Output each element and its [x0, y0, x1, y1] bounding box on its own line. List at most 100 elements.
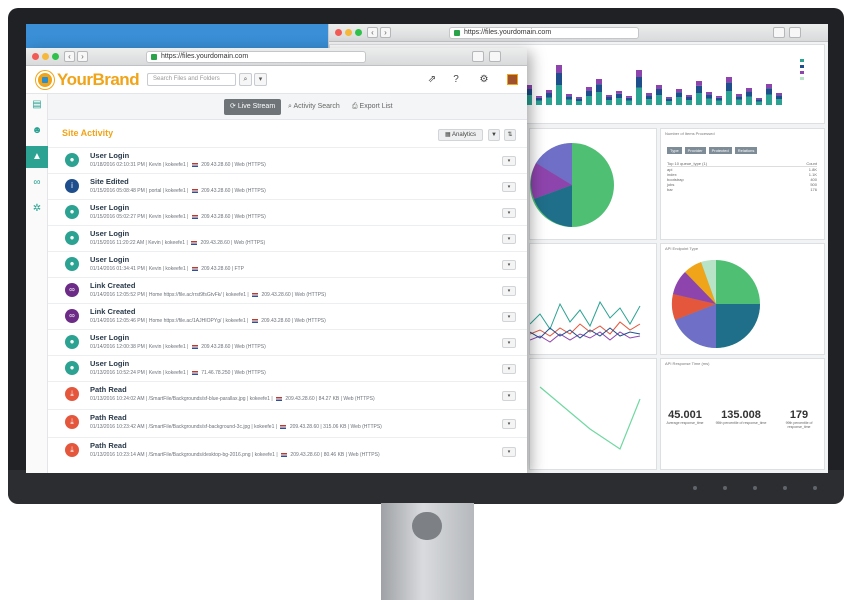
- row-menu-button[interactable]: ▾: [502, 364, 516, 374]
- us-flag-icon: [191, 162, 198, 167]
- back-icon[interactable]: ‹: [367, 27, 378, 38]
- list-item[interactable]: ● User Login 01/14/2016 12:00:38 PM | Kevi…: [48, 329, 527, 355]
- address-bar[interactable]: https://files.yourdomain.com: [146, 51, 366, 63]
- share-icon[interactable]: [472, 51, 484, 62]
- list-item[interactable]: ∞ Link Created 01/14/2016 12:05:46 PM | Ho…: [48, 303, 527, 329]
- sidebar-settings-icon[interactable]: ✲: [26, 198, 48, 220]
- us-flag-icon: [191, 188, 198, 193]
- list-item[interactable]: ● User Login 01/18/2016 02:10:31 PM | Kevi…: [48, 147, 527, 173]
- list-item[interactable]: ⤓ Path Read 01/13/2016 10:23:42 AM | /Smar…: [48, 409, 527, 437]
- timeline-bar-segment: [776, 99, 782, 105]
- timeline-bar-segment: [666, 97, 672, 99]
- timeline-bar-segment: [536, 100, 542, 105]
- timeline-bar-segment: [566, 99, 572, 105]
- timeline-bar-segment: [536, 97, 542, 101]
- forward-icon[interactable]: ›: [380, 27, 391, 38]
- sort-icon[interactable]: ⇅: [504, 129, 516, 141]
- user-icon: ●: [65, 361, 79, 375]
- timeline-bar-segment: [746, 91, 752, 97]
- help-icon[interactable]: ?: [450, 74, 462, 86]
- timeline-bar-segment: [716, 97, 722, 101]
- timeline-bar-segment: [756, 99, 762, 102]
- zoom-dot[interactable]: [52, 53, 59, 60]
- response-time-line-panel: [529, 358, 657, 470]
- close-dot[interactable]: [32, 53, 39, 60]
- gear-icon[interactable]: ⚙: [478, 74, 490, 86]
- timeline-bar-segment: [736, 99, 742, 105]
- us-flag-icon: [251, 318, 258, 323]
- tabs-icon[interactable]: [489, 51, 501, 62]
- zoom-dot[interactable]: [355, 29, 362, 36]
- row-menu-button[interactable]: ▾: [502, 447, 516, 457]
- minimize-dot[interactable]: [42, 53, 49, 60]
- timeline-bar-segment: [696, 93, 702, 105]
- timeline-bar-segment: [686, 97, 692, 100]
- close-dot[interactable]: [335, 29, 342, 36]
- site-activity-window: ‹ › https://files.yourdomain.com YourBra…: [26, 48, 527, 473]
- list-item[interactable]: ● User Login 01/13/2016 10:52:24 PM | Kevi…: [48, 355, 527, 381]
- sidebar-files-icon[interactable]: ▤: [26, 94, 48, 116]
- timeline-bar-segment: [626, 97, 632, 101]
- filter-type-button[interactable]: Type: [667, 147, 682, 154]
- row-menu-button[interactable]: ▾: [502, 208, 516, 218]
- timeline-bar-segment: [736, 94, 742, 97]
- filter-provider-button[interactable]: Provider: [684, 147, 706, 154]
- timeline-bar-segment: [576, 101, 582, 105]
- tab-activity-search[interactable]: ⌕ Activity Search: [282, 99, 346, 115]
- row-menu-button[interactable]: ▾: [502, 419, 516, 429]
- timeline-bar-segment: [676, 89, 682, 93]
- timeline-bar-segment: [546, 90, 552, 93]
- filter-icon[interactable]: ▼: [488, 129, 500, 141]
- external-link-icon[interactable]: ⇗: [426, 74, 438, 86]
- tab-export-list[interactable]: ⎙ Export List: [346, 99, 399, 115]
- row-menu-button[interactable]: ▾: [502, 312, 516, 322]
- row-menu-button[interactable]: ▾: [502, 234, 516, 244]
- sidebar-users-icon[interactable]: ☻: [26, 120, 48, 142]
- tab-live-stream[interactable]: ⟳ Live Stream: [224, 99, 282, 115]
- timeline-bar-segment: [636, 70, 642, 77]
- timeline-bar-segment: [626, 100, 632, 105]
- list-item[interactable]: ⤓ Path Read 01/13/2016 10:23:14 AM | /Smar…: [48, 437, 527, 465]
- row-menu-button[interactable]: ▾: [502, 338, 516, 348]
- filter-relations-button[interactable]: Relations: [734, 147, 758, 154]
- list-item[interactable]: i Site Edited 01/15/2016 05:08:48 PM | por…: [48, 173, 527, 199]
- row-menu-button[interactable]: ▾: [502, 260, 516, 270]
- list-item[interactable]: ∞ Link Created 01/14/2016 12:05:52 PM | Ho…: [48, 277, 527, 303]
- activity-meta: 01/14/2016 12:00:38 PM | Kevin | kokeefe…: [90, 344, 266, 350]
- search-input[interactable]: Search Files and Folders: [147, 73, 236, 86]
- timeline-bar-segment: [696, 85, 702, 93]
- sidebar: ▤ ☻ ▲ ∞ ✲: [26, 94, 48, 473]
- timeline-bar-segment: [606, 97, 612, 100]
- minimize-dot[interactable]: [345, 29, 352, 36]
- row-menu-button[interactable]: ▾: [502, 156, 516, 166]
- forward-icon[interactable]: ›: [77, 51, 88, 62]
- link-icon: ∞: [65, 309, 79, 323]
- list-item[interactable]: ● User Login 01/14/2016 01:34:41 PM | Kevi…: [48, 251, 527, 277]
- timeline-bar-segment: [616, 91, 622, 94]
- analytics-button[interactable]: ▦ Analytics: [438, 129, 483, 141]
- tabs-icon[interactable]: [789, 27, 801, 38]
- list-item[interactable]: ● User Login 01/15/2016 11:20:22 AM | Kevi…: [48, 225, 527, 251]
- timeline-bar-segment: [536, 96, 542, 98]
- timeline-bar-segment: [556, 73, 562, 85]
- timeline-bar-segment: [686, 95, 692, 97]
- back-icon[interactable]: ‹: [64, 51, 75, 62]
- sidebar-activity-icon[interactable]: ▲: [26, 146, 48, 168]
- sidebar-links-icon[interactable]: ∞: [26, 172, 48, 194]
- filter-protected-button[interactable]: Protected: [708, 147, 732, 154]
- us-flag-icon: [252, 292, 259, 297]
- list-item[interactable]: ⤓ Path Read 01/13/2016 10:24:02 AM | /Smar…: [48, 381, 527, 409]
- search-icon[interactable]: ⌕: [239, 73, 252, 86]
- timeline-bar-segment: [726, 91, 732, 105]
- activity-title: User Login: [90, 203, 130, 212]
- activity-title: User Login: [90, 255, 130, 264]
- share-icon[interactable]: [773, 27, 785, 38]
- row-menu-button[interactable]: ▾: [502, 286, 516, 296]
- brand-logo[interactable]: YourBrand: [36, 70, 140, 90]
- row-menu-button[interactable]: ▾: [502, 391, 516, 401]
- list-item[interactable]: ● User Login 01/15/2016 05:02:27 PM | Kevi…: [48, 199, 527, 225]
- avatar[interactable]: [507, 74, 518, 85]
- address-bar[interactable]: https://files.yourdomain.com: [449, 27, 639, 39]
- search-options-dropdown[interactable]: ▾: [254, 73, 267, 86]
- row-menu-button[interactable]: ▾: [502, 182, 516, 192]
